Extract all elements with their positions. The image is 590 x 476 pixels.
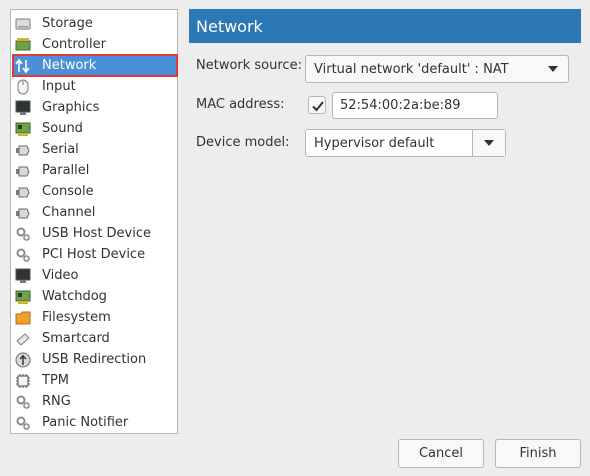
network-source-label: Network source: — [196, 58, 302, 73]
pci-gear-icon — [15, 247, 31, 263]
sidebar-item-serial[interactable]: Serial — [12, 139, 178, 160]
sidebar-item-graphics[interactable]: Graphics — [12, 97, 178, 118]
rng-gear-icon — [15, 394, 31, 410]
sidebar-item-label: Parallel — [42, 163, 90, 178]
sidebar-item-label: Network — [42, 58, 97, 73]
sidebar-item-label: USB Redirection — [42, 352, 147, 367]
device-model-label: Device model: — [196, 135, 290, 150]
folder-icon — [15, 310, 31, 326]
storage-icon — [15, 16, 31, 32]
chip-icon — [15, 373, 31, 389]
sidebar-item-label: Input — [42, 79, 76, 94]
channel-plug-icon — [15, 205, 31, 221]
serial-plug-icon — [15, 142, 31, 158]
sidebar-item-label: Filesystem — [42, 310, 111, 325]
sidebar-item-label: Panic Notifier — [42, 415, 129, 430]
usb-redirection-icon — [15, 352, 31, 368]
sidebar-item-channel[interactable]: Channel — [12, 202, 178, 223]
sidebar-item-label: Graphics — [42, 100, 100, 115]
sidebar-item-label: RNG — [42, 394, 71, 409]
finish-button-label: Finish — [519, 446, 557, 461]
sidebar-item-controller[interactable]: Controller — [12, 34, 178, 55]
chevron-down-icon — [548, 66, 558, 72]
sidebar-item-usb-host-device[interactable]: USB Host Device — [12, 223, 178, 244]
network-source-dropdown[interactable]: Virtual network 'default' : NAT — [305, 55, 569, 83]
cancel-button-label: Cancel — [418, 446, 464, 461]
sound-card-icon — [15, 121, 31, 137]
device-model-dropdown-button[interactable] — [472, 130, 505, 156]
cancel-button[interactable]: Cancel — [398, 439, 484, 468]
mac-address-value: 52:54:00:2a:be:89 — [340, 98, 461, 113]
mac-address-field[interactable]: 52:54:00:2a:be:89 — [332, 92, 498, 119]
chevron-down-icon — [484, 140, 494, 146]
sidebar-item-watchdog[interactable]: Watchdog — [12, 286, 178, 307]
sidebar-item-video[interactable]: Video — [12, 265, 178, 286]
checkmark-icon — [312, 101, 324, 112]
sidebar-item-console[interactable]: Console — [12, 181, 178, 202]
network-icon — [15, 58, 31, 74]
sidebar-item-parallel[interactable]: Parallel — [12, 160, 178, 181]
sidebar-item-pci-host-device[interactable]: PCI Host Device — [12, 244, 178, 265]
finish-button[interactable]: Finish — [495, 439, 581, 468]
sidebar-item-label: Smartcard — [42, 331, 110, 346]
sidebar-item-label: Video — [42, 268, 79, 283]
console-plug-icon — [15, 184, 31, 200]
watchdog-card-icon — [15, 289, 31, 305]
sidebar-item-sound[interactable]: Sound — [12, 118, 178, 139]
sidebar-item-panic-notifier[interactable]: Panic Notifier — [12, 412, 178, 433]
device-model-combobox[interactable]: Hypervisor default — [305, 129, 506, 157]
sidebar-item-label: TPM — [42, 373, 69, 388]
sidebar-item-label: Watchdog — [42, 289, 107, 304]
panic-gear-icon — [15, 415, 31, 431]
smartcard-icon — [15, 331, 31, 347]
page-title: Network — [196, 16, 263, 36]
page-header: Network — [189, 9, 581, 43]
sidebar-item-label: Serial — [42, 142, 79, 157]
sidebar-item-filesystem[interactable]: Filesystem — [12, 307, 178, 328]
hardware-list[interactable]: Storage Controller Network Input Graphics Sou… — [10, 9, 178, 434]
network-source-value: Virtual network 'default' : NAT — [314, 61, 509, 77]
controller-icon — [15, 37, 31, 53]
mouse-icon — [15, 79, 31, 95]
sidebar-item-tpm[interactable]: TPM — [12, 370, 178, 391]
sidebar-item-network[interactable]: Network — [12, 54, 178, 77]
sidebar-item-label: Storage — [42, 16, 93, 31]
sidebar-item-label: PCI Host Device — [42, 247, 146, 262]
sidebar-item-label: USB Host Device — [42, 226, 152, 241]
sidebar-item-input[interactable]: Input — [12, 76, 178, 97]
video-monitor-icon — [15, 268, 31, 284]
parallel-plug-icon — [15, 163, 31, 179]
sidebar-item-label: Console — [42, 184, 94, 199]
sidebar-item-label: Controller — [42, 37, 106, 52]
device-model-value[interactable]: Hypervisor default — [314, 136, 434, 151]
sidebar-item-rng[interactable]: RNG — [12, 391, 178, 412]
mac-address-checkbox[interactable] — [308, 96, 326, 114]
sidebar-item-usb-redirection[interactable]: USB Redirection — [12, 349, 178, 370]
mac-address-label: MAC address: — [196, 97, 285, 112]
sidebar-item-label: Sound — [42, 121, 83, 136]
monitor-icon — [15, 100, 31, 116]
sidebar-item-storage[interactable]: Storage — [12, 13, 178, 34]
sidebar-item-smartcard[interactable]: Smartcard — [12, 328, 178, 349]
usb-gear-icon — [15, 226, 31, 242]
sidebar-item-label: Channel — [42, 205, 96, 220]
